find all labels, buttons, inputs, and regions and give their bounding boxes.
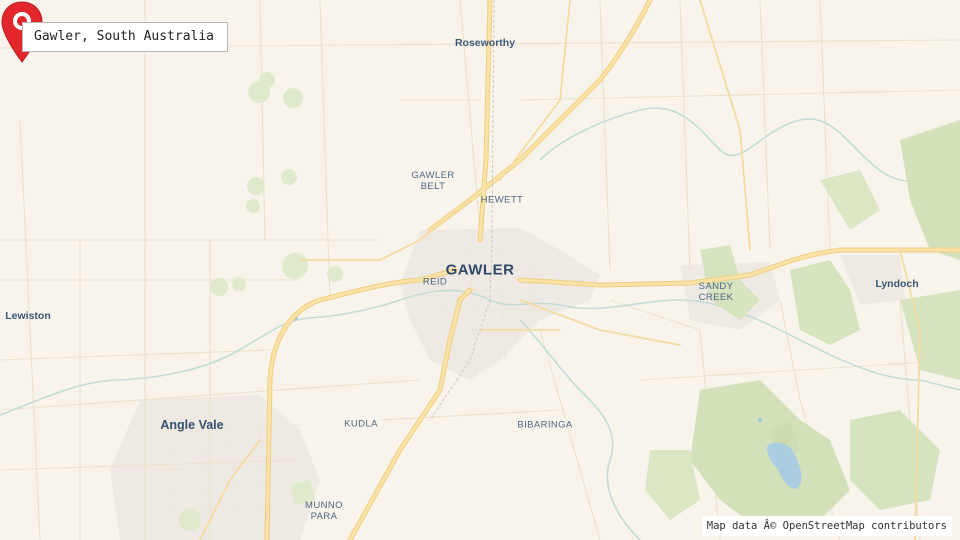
place-label-hewett: HEWETT xyxy=(480,194,524,206)
map-attribution[interactable]: Map data Â© OpenStreetMap contributors xyxy=(701,516,952,536)
place-label-kudla: KUDLA xyxy=(344,418,378,430)
place-label-reid: REID xyxy=(422,276,448,288)
place-label-bibaringa: BIBARINGA xyxy=(517,419,573,431)
location-title: Gawler, South Australia xyxy=(22,22,228,52)
place-label-gawler-belt: GAWLER BELT xyxy=(411,170,455,192)
place-label-munno-para: MUNNO PARA xyxy=(305,500,343,522)
place-label-lyndoch: Lyndoch xyxy=(875,278,919,290)
place-label-angle-vale: Angle Vale xyxy=(160,418,224,432)
map-canvas[interactable]: Roseworthy GAWLER BELT HEWETT GAWLER REI… xyxy=(0,0,960,540)
place-label-lewiston: Lewiston xyxy=(5,310,51,322)
place-label-sandy-creek: SANDY CREEK xyxy=(698,281,734,303)
place-label-gawler: GAWLER xyxy=(445,261,515,279)
place-label-roseworthy: Roseworthy xyxy=(454,37,516,49)
